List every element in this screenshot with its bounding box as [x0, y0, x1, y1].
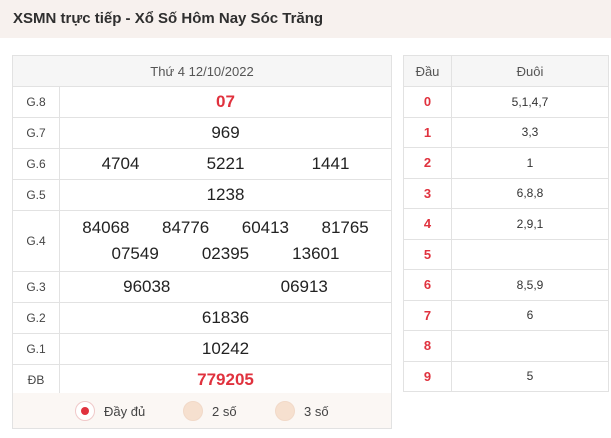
table-row: G.2 61836 [12, 302, 392, 334]
prize-label: G.2 [12, 302, 60, 334]
prize-number: 1238 [59, 179, 392, 211]
prize-number: 1441 [311, 154, 350, 173]
prize-number: 07549 [111, 244, 159, 263]
table-row: G.7 969 [12, 117, 392, 149]
prize-number: 61836 [59, 302, 392, 334]
table-row: G.5 1238 [12, 179, 392, 211]
loto-tail: 2,9,1 [451, 208, 609, 240]
prize-label: G.1 [12, 333, 60, 365]
radio-3-digits[interactable] [275, 401, 295, 421]
table-row: 21 [403, 147, 609, 179]
radio-full[interactable] [75, 401, 95, 421]
loto-tail: 3,3 [451, 116, 609, 148]
option-label: 3 số [304, 403, 329, 419]
prize-number: 10242 [59, 333, 392, 365]
loto-table: Đầu Đuôi 0 5,1,4,7 1 3,3 21 3 6,8,8 4 2,9,1 … [403, 55, 609, 392]
loto-head: 2 [403, 147, 452, 179]
loto-head: 3 [403, 177, 452, 209]
table-row: 3 6,8,8 [403, 177, 609, 209]
loto-tail: 5,1,4,7 [451, 86, 609, 118]
loto-tail: 6 [451, 299, 609, 331]
table-row: 1 3,3 [403, 116, 609, 148]
prize-number: 60413 [241, 218, 290, 237]
loto-tail: 5 [451, 360, 609, 392]
page-title: XSMN trực tiếp - Xổ Số Hôm Nay Sóc Trăng [13, 10, 324, 27]
prize-label: G.6 [12, 148, 60, 180]
prize-number: 5221 [206, 154, 245, 173]
loto-tail [451, 330, 609, 362]
prize-number: 02395 [201, 244, 250, 263]
option-2-digits[interactable]: 2 số [183, 401, 237, 421]
table-row: G.8 07 [12, 86, 392, 118]
table-row: G.4 84068 84776 60413 81765 07549 02395 … [12, 210, 392, 272]
loto-tail: 8,5,9 [451, 269, 609, 301]
loto-head: 4 [403, 208, 452, 240]
option-label: Đầy đủ [104, 403, 146, 419]
prize-number: 07 [59, 86, 392, 118]
table-row: 95 [403, 360, 609, 392]
prize-label: G.7 [12, 117, 60, 149]
loto-head: 1 [403, 116, 452, 148]
prize-number: 84776 [161, 218, 210, 237]
draw-date: Thứ 4 12/10/2022 [12, 55, 392, 87]
prize-label: ĐB [12, 364, 60, 396]
loto-head: 0 [403, 86, 452, 118]
col-head-label: Đầu [403, 55, 452, 87]
loto-head: 9 [403, 360, 452, 392]
col-tail-label: Đuôi [451, 55, 609, 87]
prize-label: G.3 [12, 271, 60, 303]
table-row: 4 2,9,1 [403, 208, 609, 240]
table-row: 6 8,5,9 [403, 269, 609, 301]
option-label: 2 số [212, 403, 237, 419]
loto-head: 5 [403, 238, 452, 270]
table-row: G.3 96038 06913 [12, 271, 392, 303]
prize-number: 13601 [292, 244, 340, 263]
special-prize-number: 779205 [59, 364, 392, 396]
table-row: 5 [403, 238, 609, 270]
loto-tail: 1 [451, 147, 609, 179]
prize-label: G.5 [12, 179, 60, 211]
loto-tail: 6,8,8 [451, 177, 609, 209]
table-row: 8 [403, 330, 609, 362]
prize-number: 969 [59, 117, 392, 149]
loto-tail [451, 238, 609, 270]
prize-number: 84068 [82, 218, 130, 237]
prize-number: 81765 [321, 218, 369, 237]
table-row: 76 [403, 299, 609, 331]
option-3-digits[interactable]: 3 số [275, 401, 329, 421]
loto-head: 8 [403, 330, 452, 362]
radio-2-digits[interactable] [183, 401, 203, 421]
loto-head: 6 [403, 269, 452, 301]
prize-number: 4704 [101, 154, 140, 173]
loto-head: 7 [403, 299, 452, 331]
prize-label: G.4 [12, 210, 60, 272]
table-row: G.1 10242 [12, 333, 392, 365]
display-options: Đầy đủ 2 số 3 số [12, 393, 392, 429]
prize-number: 96038 [123, 277, 171, 296]
table-row: G.6 4704 5221 1441 [12, 148, 392, 180]
page-header: XSMN trực tiếp - Xổ Số Hôm Nay Sóc Trăng [0, 0, 611, 38]
table-row: ĐB 779205 [12, 364, 392, 396]
option-full[interactable]: Đầy đủ [75, 401, 145, 421]
prize-number: 06913 [280, 277, 328, 296]
prize-label: G.8 [12, 86, 60, 118]
results-table: Thứ 4 12/10/2022 G.8 07 G.7 969 G.6 4704… [12, 55, 392, 396]
table-row: 0 5,1,4,7 [403, 86, 609, 118]
